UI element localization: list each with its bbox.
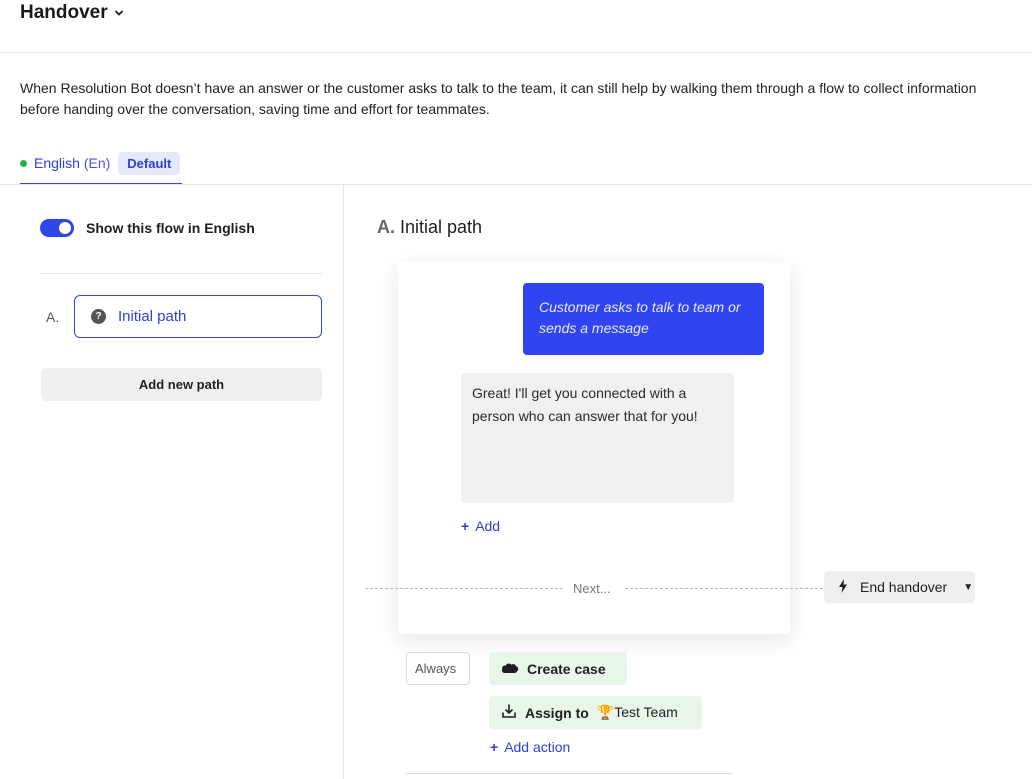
add-label: Add (475, 518, 501, 534)
actions-divider (406, 773, 732, 774)
end-handover-button[interactable]: End handover ▼ (824, 571, 975, 603)
add-action-label: Add action (504, 739, 571, 755)
language-code: (En) (83, 155, 111, 171)
assign-to-label: Assign to (525, 704, 589, 721)
show-flow-toggle-row: Show this flow in English (40, 219, 255, 237)
section-title: A. Initial path (377, 217, 482, 238)
toggle-knob (59, 222, 71, 234)
plus-icon: + (461, 518, 470, 534)
default-badge: Default (118, 152, 181, 175)
language-name: English (34, 155, 80, 171)
create-case-action[interactable]: Create case (489, 652, 627, 685)
bot-message-bubble[interactable]: Great! I'll get you connected with a per… (461, 373, 734, 503)
customer-trigger-bubble[interactable]: Customer asks to talk to team or sends a… (523, 283, 764, 355)
trophy-icon: 🏆 (596, 704, 615, 720)
section-title-text: Initial path (400, 217, 483, 237)
chevron-down-icon[interactable] (114, 8, 124, 20)
add-message-link[interactable]: + Add (461, 518, 500, 534)
status-dot-icon (20, 160, 27, 167)
end-handover-label: End handover (860, 579, 948, 595)
language-tab-english[interactable]: English (En) Default (20, 152, 183, 185)
path-item-initial[interactable]: ? Initial path (74, 295, 322, 338)
panel-divider (343, 185, 344, 779)
page-title-text: Handover (20, 2, 108, 23)
next-dashed-line-right (625, 588, 823, 589)
path-letter: A. (46, 309, 60, 325)
sidebar-divider (40, 273, 322, 274)
lightning-icon (838, 578, 848, 596)
plus-icon: + (490, 739, 499, 755)
create-case-label: Create case (527, 660, 606, 677)
assign-icon (501, 703, 517, 722)
page-header: Handover (0, 0, 1032, 53)
path-name: Initial path (118, 308, 187, 325)
flow-description: When Resolution Bot doesn’t have an answ… (20, 80, 977, 117)
tabs-divider (0, 184, 1032, 185)
assign-to-action[interactable]: Assign to 🏆Test Team (489, 696, 702, 729)
assign-target-name: Test Team (614, 704, 678, 720)
page-title[interactable]: Handover (20, 2, 124, 24)
caret-down-icon: ▼ (963, 581, 974, 593)
add-action-link[interactable]: + Add action (490, 739, 570, 755)
question-icon: ? (91, 309, 106, 324)
add-new-path-button[interactable]: Add new path (41, 368, 322, 401)
show-flow-toggle[interactable] (40, 219, 74, 237)
next-dashed-line-left (365, 588, 563, 589)
condition-always-pill[interactable]: Always (406, 652, 470, 685)
section-letter: A. (377, 217, 395, 237)
salesforce-cloud-icon (501, 661, 519, 677)
next-label: Next... (573, 581, 611, 596)
assign-target: 🏆Test Team (597, 704, 678, 721)
show-flow-label: Show this flow in English (86, 220, 255, 236)
